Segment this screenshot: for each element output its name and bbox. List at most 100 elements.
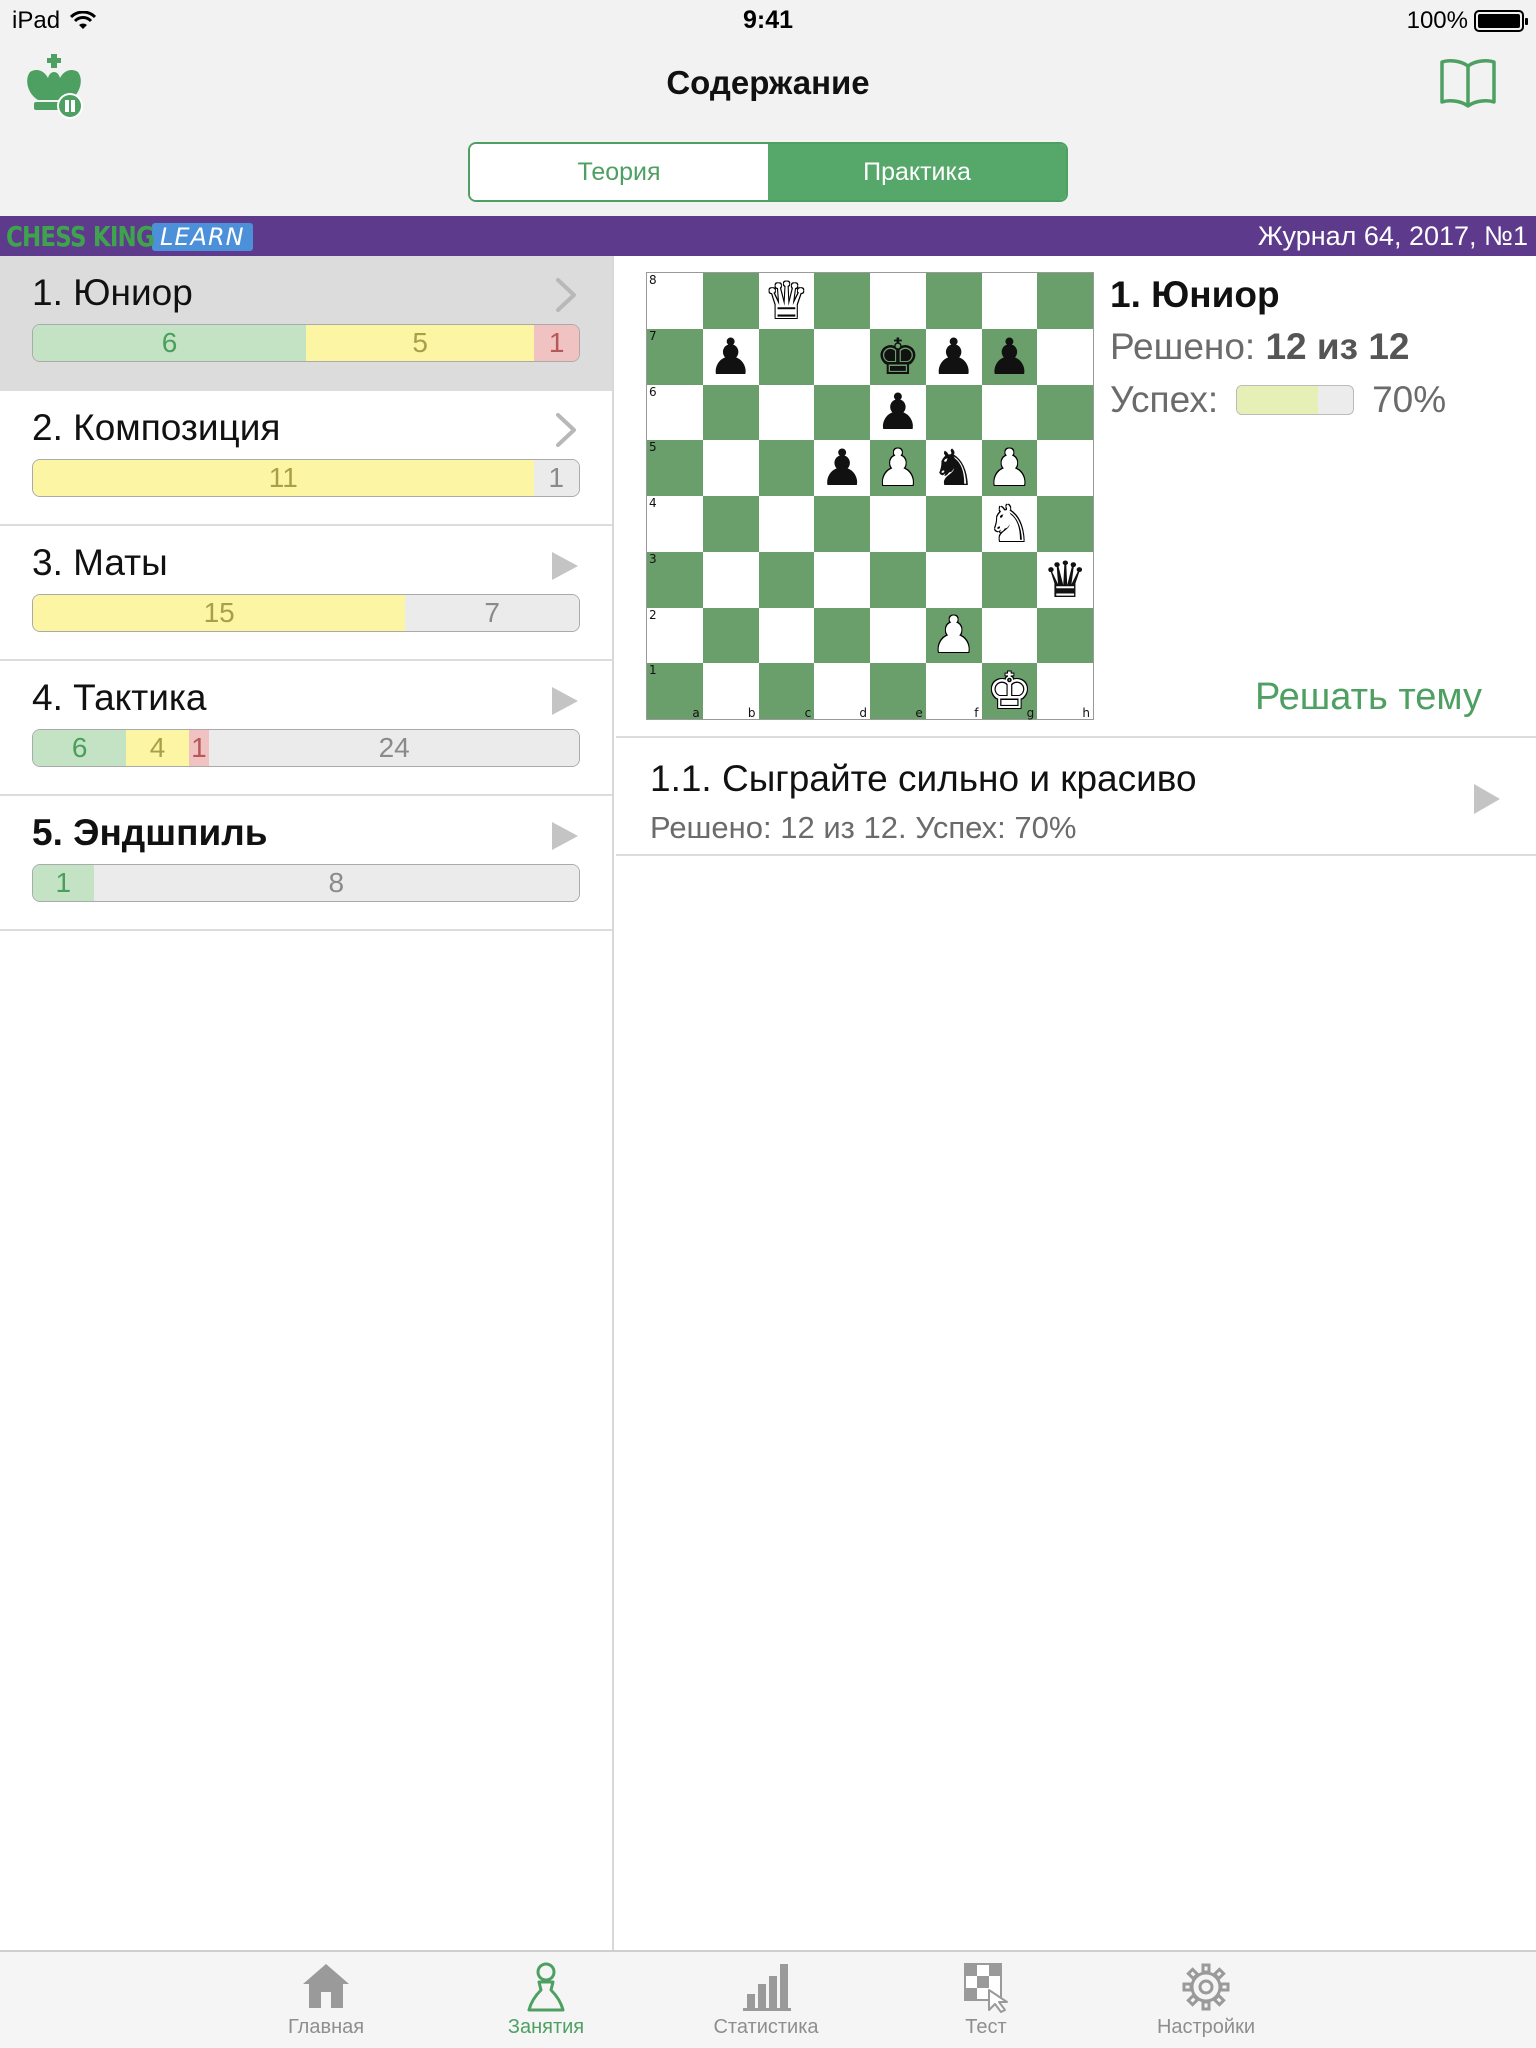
- black-pawn-icon[interactable]: ♟: [708, 332, 753, 382]
- board-square-d6[interactable]: [814, 384, 870, 441]
- white-king-icon[interactable]: ♚: [987, 666, 1032, 716]
- board-square-g6[interactable]: [981, 384, 1038, 441]
- board-square-a4[interactable]: 4: [647, 496, 703, 552]
- segment-practice[interactable]: Практика: [768, 144, 1066, 200]
- board-square-h5[interactable]: [1037, 440, 1093, 496]
- board-square-b5[interactable]: [702, 440, 759, 496]
- board-square-a2[interactable]: 2: [647, 607, 703, 664]
- board-square-d7[interactable]: [814, 328, 870, 385]
- black-pawn-icon[interactable]: ♟: [931, 332, 976, 382]
- board-square-f3[interactable]: [925, 551, 982, 608]
- board-square-f6[interactable]: [925, 384, 982, 441]
- board-square-b2[interactable]: [702, 607, 759, 664]
- board-square-b8[interactable]: [702, 273, 759, 329]
- board-square-h2[interactable]: [1037, 607, 1093, 664]
- board-square-f4[interactable]: [925, 496, 982, 552]
- segment-theory[interactable]: Теория: [470, 144, 768, 200]
- list-item[interactable]: 1. Юниор 6 5 1: [0, 256, 612, 391]
- chess-board[interactable]: 8 ♛ 7 ♟ ♚ ♟ ♟ 6 ♟ 5 ♟ ♟ ♞ ♟ 4 ♞ 3 ♛ 2 ♟ 1 a b c d e f g ♚ h: [646, 272, 1094, 720]
- black-knight-icon[interactable]: ♞: [931, 443, 976, 493]
- white-pawn-icon[interactable]: ♟: [931, 610, 976, 660]
- board-square-g1[interactable]: g ♚: [981, 663, 1038, 719]
- board-square-e6[interactable]: ♟: [870, 384, 926, 441]
- list-item[interactable]: 3. Маты 15 7: [0, 526, 612, 661]
- list-item[interactable]: 2. Композиция 11 1: [0, 391, 612, 526]
- black-pawn-icon[interactable]: ♟: [820, 443, 865, 493]
- board-square-e8[interactable]: [870, 273, 926, 329]
- board-square-e4[interactable]: [870, 496, 926, 552]
- white-knight-icon[interactable]: ♞: [987, 499, 1032, 549]
- black-pawn-icon[interactable]: ♟: [987, 332, 1032, 382]
- board-square-e7[interactable]: ♚: [870, 328, 926, 385]
- board-square-a6[interactable]: 6: [647, 384, 703, 441]
- play-icon[interactable]: [1472, 782, 1502, 816]
- board-square-b6[interactable]: [702, 384, 759, 441]
- board-square-b3[interactable]: [702, 551, 759, 608]
- board-square-h3[interactable]: ♛: [1037, 551, 1093, 608]
- board-square-c4[interactable]: [758, 496, 815, 552]
- board-square-a1[interactable]: 1a: [647, 663, 703, 719]
- board-square-h6[interactable]: [1037, 384, 1093, 441]
- board-square-d8[interactable]: [814, 273, 870, 329]
- board-square-d5[interactable]: ♟: [814, 440, 870, 496]
- board-square-g2[interactable]: [981, 607, 1038, 664]
- board-square-c2[interactable]: [758, 607, 815, 664]
- board-square-c6[interactable]: [758, 384, 815, 441]
- board-square-e1[interactable]: e: [870, 663, 926, 719]
- tab-test[interactable]: Тест: [906, 1960, 1066, 2039]
- board-square-a3[interactable]: 3: [647, 551, 703, 608]
- board-square-b4[interactable]: [702, 496, 759, 552]
- board-square-a8[interactable]: 8: [647, 273, 703, 329]
- board-square-h7[interactable]: [1037, 328, 1093, 385]
- board-square-c3[interactable]: [758, 551, 815, 608]
- board-square-b1[interactable]: b: [702, 663, 759, 719]
- board-square-e5[interactable]: ♟: [870, 440, 926, 496]
- tab-statistics[interactable]: Статистика: [686, 1960, 846, 2039]
- board-square-d1[interactable]: d: [814, 663, 870, 719]
- tab-settings[interactable]: Настройки: [1126, 1960, 1286, 2039]
- white-pawn-icon[interactable]: ♟: [987, 443, 1032, 493]
- board-square-a5[interactable]: 5: [647, 440, 703, 496]
- tab-home[interactable]: Главная: [246, 1960, 406, 2039]
- board-square-a7[interactable]: 7: [647, 328, 703, 385]
- list-item[interactable]: 1.1. Сыграйте сильно и красиво Решено: 1…: [616, 736, 1536, 856]
- board-square-g3[interactable]: [981, 551, 1038, 608]
- white-pawn-icon[interactable]: ♟: [875, 443, 920, 493]
- board-square-f1[interactable]: f: [925, 663, 982, 719]
- black-king-icon[interactable]: ♚: [875, 332, 920, 382]
- board-square-g4[interactable]: ♞: [981, 496, 1038, 552]
- list-item[interactable]: 4. Тактика 6 4 1 24: [0, 661, 612, 796]
- board-square-d3[interactable]: [814, 551, 870, 608]
- board-square-f5[interactable]: ♞: [925, 440, 982, 496]
- board-square-c5[interactable]: [758, 440, 815, 496]
- board-square-f8[interactable]: [925, 273, 982, 329]
- board-square-d2[interactable]: [814, 607, 870, 664]
- board-square-g5[interactable]: ♟: [981, 440, 1038, 496]
- black-queen-icon[interactable]: ♛: [1043, 555, 1088, 605]
- board-square-g8[interactable]: [981, 273, 1038, 329]
- play-icon[interactable]: [550, 550, 580, 582]
- board-square-f7[interactable]: ♟: [925, 328, 982, 385]
- board-square-e2[interactable]: [870, 607, 926, 664]
- board-square-h4[interactable]: [1037, 496, 1093, 552]
- board-square-c8[interactable]: ♛: [758, 273, 815, 329]
- board-square-b7[interactable]: ♟: [702, 328, 759, 385]
- board-square-c7[interactable]: [758, 328, 815, 385]
- black-pawn-icon[interactable]: ♟: [875, 387, 920, 437]
- board-square-g7[interactable]: ♟: [981, 328, 1038, 385]
- tab-lessons[interactable]: Занятия: [466, 1960, 626, 2039]
- board-square-c1[interactable]: c: [758, 663, 815, 719]
- board-square-h1[interactable]: h: [1037, 663, 1093, 719]
- book-icon[interactable]: [1438, 56, 1498, 110]
- chevron-right-icon[interactable]: [554, 411, 578, 449]
- board-square-f2[interactable]: ♟: [925, 607, 982, 664]
- play-icon[interactable]: [550, 820, 580, 852]
- white-queen-icon[interactable]: ♛: [764, 276, 809, 326]
- board-square-e3[interactable]: [870, 551, 926, 608]
- solve-topic-button[interactable]: Решать тему: [1255, 676, 1482, 719]
- play-icon[interactable]: [550, 685, 580, 717]
- list-item[interactable]: 5. Эндшпиль 1 8: [0, 796, 612, 931]
- board-square-h8[interactable]: [1037, 273, 1093, 329]
- chevron-right-icon[interactable]: [554, 276, 578, 314]
- board-square-d4[interactable]: [814, 496, 870, 552]
